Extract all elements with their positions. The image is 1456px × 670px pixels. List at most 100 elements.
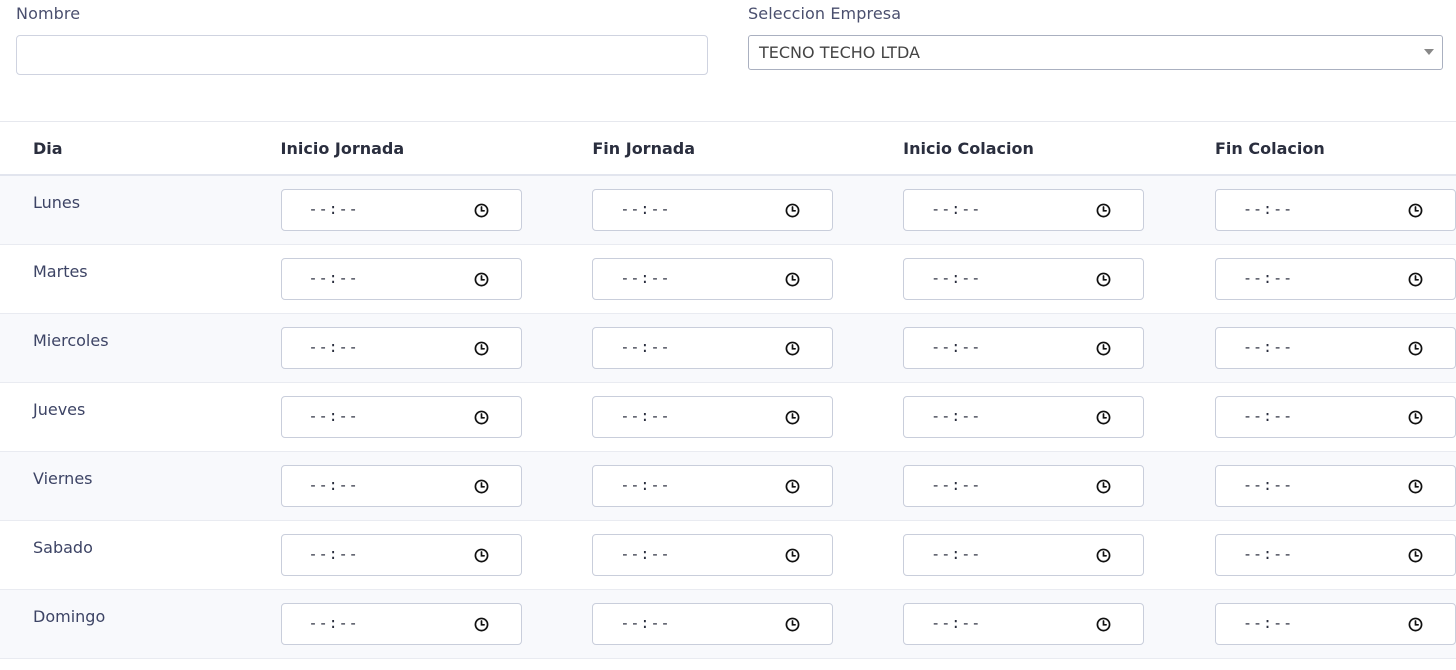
clock-icon[interactable] [1408, 203, 1423, 218]
clock-icon[interactable] [785, 272, 800, 287]
clock-icon[interactable] [474, 479, 489, 494]
clock-icon[interactable] [474, 410, 489, 425]
fin-colacion-time-input[interactable]: --:-- [1215, 258, 1456, 300]
inicio-jornada-time-input[interactable]: --:-- [280, 396, 522, 438]
time-value: --:-- [620, 545, 671, 563]
time-value: --:-- [308, 407, 359, 425]
clock-icon[interactable] [785, 479, 800, 494]
schedule-table: Dia Inicio Jornada Fin Jornada Inicio Co… [0, 121, 1456, 659]
time-value: --:-- [1243, 269, 1294, 287]
clock-icon[interactable] [1096, 341, 1111, 356]
time-cell: --:-- [903, 382, 1215, 452]
fin-colacion-time-input[interactable]: --:-- [1215, 603, 1456, 645]
fin-jornada-time-input[interactable]: --:-- [592, 534, 834, 576]
day-cell: Jueves [0, 382, 281, 452]
day-cell: Lunes [0, 175, 281, 245]
inicio-jornada-time-input[interactable]: --:-- [280, 603, 522, 645]
clock-icon[interactable] [785, 617, 800, 632]
clock-icon[interactable] [785, 203, 800, 218]
clock-icon[interactable] [1096, 479, 1111, 494]
time-cell: --:-- [280, 589, 593, 659]
inicio-colacion-time-input[interactable]: --:-- [903, 603, 1145, 645]
fin-colacion-time-input[interactable]: --:-- [1215, 465, 1456, 507]
clock-icon[interactable] [1408, 479, 1423, 494]
time-cell: --:-- [280, 382, 593, 452]
time-value: --:-- [1243, 545, 1294, 563]
time-value: --:-- [620, 338, 671, 356]
time-value: --:-- [1243, 476, 1294, 494]
clock-icon[interactable] [1408, 272, 1423, 287]
fin-jornada-time-input[interactable]: --:-- [592, 327, 834, 369]
time-value: --:-- [931, 407, 982, 425]
clock-icon[interactable] [474, 548, 489, 563]
inicio-colacion-time-input[interactable]: --:-- [903, 465, 1145, 507]
empresa-label: Seleccion Empresa [748, 4, 902, 23]
nombre-input[interactable] [16, 35, 708, 75]
time-value: --:-- [308, 614, 359, 632]
time-cell: --:-- [592, 175, 904, 245]
day-cell: Martes [0, 244, 281, 314]
inicio-jornada-time-input[interactable]: --:-- [280, 258, 522, 300]
time-cell: --:-- [280, 175, 593, 245]
clock-icon[interactable] [474, 203, 489, 218]
inicio-colacion-time-input[interactable]: --:-- [903, 396, 1145, 438]
inicio-jornada-time-input[interactable]: --:-- [280, 189, 522, 231]
inicio-colacion-time-input[interactable]: --:-- [903, 189, 1145, 231]
clock-icon[interactable] [1096, 548, 1111, 563]
fin-jornada-time-input[interactable]: --:-- [592, 258, 834, 300]
day-cell: Miercoles [0, 313, 281, 383]
clock-icon[interactable] [474, 617, 489, 632]
fin-jornada-time-input[interactable]: --:-- [592, 396, 834, 438]
day-cell: Domingo [0, 589, 281, 659]
fin-colacion-time-input[interactable]: --:-- [1215, 534, 1456, 576]
clock-icon[interactable] [785, 341, 800, 356]
fin-jornada-time-input[interactable]: --:-- [592, 189, 834, 231]
time-value: --:-- [931, 269, 982, 287]
time-cell: --:-- [592, 244, 904, 314]
time-cell: --:-- [903, 244, 1215, 314]
fin-jornada-time-input[interactable]: --:-- [592, 603, 834, 645]
day-label: Miercoles [33, 331, 109, 350]
time-cell: --:-- [1215, 313, 1456, 383]
table-header-row: Dia Inicio Jornada Fin Jornada Inicio Co… [0, 121, 1456, 176]
time-value: --:-- [620, 269, 671, 287]
clock-icon[interactable] [1096, 272, 1111, 287]
clock-icon[interactable] [1096, 410, 1111, 425]
time-value: --:-- [1243, 407, 1294, 425]
clock-icon[interactable] [1408, 410, 1423, 425]
time-cell: --:-- [1215, 382, 1456, 452]
inicio-colacion-time-input[interactable]: --:-- [903, 327, 1145, 369]
clock-icon[interactable] [1096, 617, 1111, 632]
time-value: --:-- [1243, 614, 1294, 632]
inicio-jornada-time-input[interactable]: --:-- [280, 327, 522, 369]
day-cell: Viernes [0, 451, 281, 521]
time-value: --:-- [308, 338, 359, 356]
day-cell: Sabado [0, 520, 281, 590]
time-cell: --:-- [592, 451, 904, 521]
time-cell: --:-- [592, 589, 904, 659]
table-row: Miercoles --:-- --:-- --:-- --:-- [0, 313, 1456, 383]
clock-icon[interactable] [474, 341, 489, 356]
inicio-jornada-time-input[interactable]: --:-- [280, 465, 522, 507]
time-value: --:-- [308, 269, 359, 287]
table-row: Martes --:-- --:-- --:-- --:-- [0, 244, 1456, 314]
fin-colacion-time-input[interactable]: --:-- [1215, 327, 1456, 369]
inicio-colacion-time-input[interactable]: --:-- [903, 258, 1145, 300]
table-row: Viernes --:-- --:-- --:-- --:-- [0, 451, 1456, 521]
fin-colacion-time-input[interactable]: --:-- [1215, 396, 1456, 438]
clock-icon[interactable] [474, 272, 489, 287]
time-cell: --:-- [903, 589, 1215, 659]
inicio-colacion-time-input[interactable]: --:-- [903, 534, 1145, 576]
empresa-select[interactable]: TECNO TECHO LTDA [748, 35, 1443, 70]
fin-jornada-time-input[interactable]: --:-- [592, 465, 834, 507]
table-row: Jueves --:-- --:-- --:-- --:-- [0, 382, 1456, 452]
clock-icon[interactable] [1096, 203, 1111, 218]
clock-icon[interactable] [1408, 341, 1423, 356]
clock-icon[interactable] [785, 410, 800, 425]
clock-icon[interactable] [1408, 548, 1423, 563]
inicio-jornada-time-input[interactable]: --:-- [280, 534, 522, 576]
time-cell: --:-- [1215, 175, 1456, 245]
clock-icon[interactable] [1408, 617, 1423, 632]
clock-icon[interactable] [785, 548, 800, 563]
fin-colacion-time-input[interactable]: --:-- [1215, 189, 1456, 231]
